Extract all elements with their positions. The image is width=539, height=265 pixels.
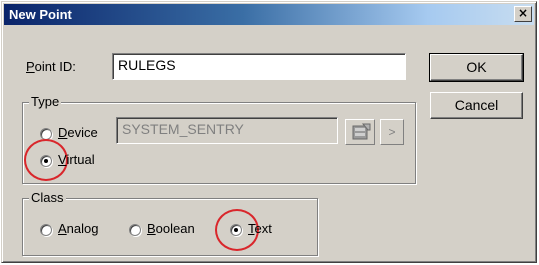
type-group-label: Type: [29, 94, 62, 109]
boolean-label-text: oolean: [155, 221, 195, 236]
boolean-radio[interactable]: [129, 224, 141, 236]
device-arrow-button: >: [380, 119, 404, 145]
analog-label-text: nalog: [66, 221, 99, 236]
device-radio-label[interactable]: Device: [58, 125, 98, 140]
new-point-dialog: New Point × Point ID: RULEGS OK Cancel T…: [1, 1, 537, 263]
text-radio-label[interactable]: Text: [248, 221, 272, 236]
device-browse-button: [345, 119, 375, 145]
window-title: New Point: [9, 7, 72, 22]
text-label-text: ext: [254, 221, 272, 236]
point-id-label-text: oint ID:: [34, 59, 76, 74]
analog-radio-label[interactable]: Analog: [58, 221, 98, 236]
boolean-mnemonic: B: [147, 221, 156, 236]
analog-mnemonic: A: [58, 221, 67, 236]
virtual-label-text: irtual: [66, 152, 95, 167]
class-group-label: Class: [29, 190, 66, 205]
device-mnemonic: D: [58, 125, 68, 140]
point-id-mnemonic: P: [26, 59, 35, 74]
device-label-text: evice: [67, 125, 98, 140]
cancel-button[interactable]: Cancel: [430, 92, 523, 119]
virtual-radio-label[interactable]: Virtual: [58, 152, 95, 167]
boolean-radio-label[interactable]: Boolean: [147, 221, 195, 236]
point-id-input[interactable]: RULEGS: [112, 53, 406, 80]
device-input: SYSTEM_SENTRY: [116, 117, 338, 144]
analog-radio[interactable]: [40, 224, 52, 236]
title-bar[interactable]: New Point ×: [4, 4, 534, 25]
point-id-label: Point ID:: [26, 59, 76, 74]
database-icon: [352, 123, 371, 140]
close-button[interactable]: ×: [514, 6, 532, 22]
ok-button[interactable]: OK: [429, 53, 524, 82]
